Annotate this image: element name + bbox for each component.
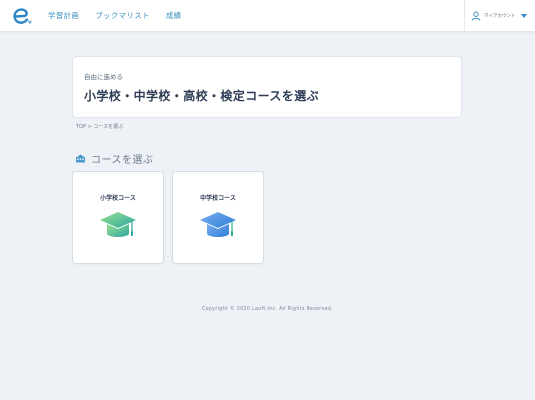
page-title: 小学校・中学校・高校・検定コースを選ぶ xyxy=(84,89,320,103)
e-logo-icon[interactable] xyxy=(11,6,33,26)
course-card-elementary[interactable]: 小学校コース xyxy=(72,171,164,264)
section-title: コースを選ぶ xyxy=(91,155,154,166)
course-label: 小学校コース xyxy=(100,195,136,202)
nav-study-plan[interactable]: 学習計画 xyxy=(48,10,79,21)
school-icon xyxy=(76,154,85,163)
graduation-cap-icon xyxy=(100,212,136,237)
hero-subtitle: 自由に進める xyxy=(84,73,123,81)
top-navigation-bar: 学習計画 ブックマリスト 成績 マイアカウント xyxy=(0,0,535,31)
footer-copyright: Copyright © 2020 Laoft Inc. All Rights R… xyxy=(201,307,334,312)
course-label: 中学校コース xyxy=(200,195,236,202)
account-menu[interactable]: マイアカウント xyxy=(464,0,535,31)
graduation-cap-icon xyxy=(200,212,236,237)
breadcrumb: TOP > コースを選ぶ xyxy=(76,124,124,130)
nav-book-list[interactable]: ブックマリスト xyxy=(95,10,150,21)
section-header: コースを選ぶ xyxy=(75,151,154,166)
hero-panel: 自由に進める 小学校・中学校・高校・検定コースを選ぶ xyxy=(72,56,462,118)
course-card-junior-high[interactable]: 中学校コース xyxy=(172,171,264,264)
caret-down-icon xyxy=(520,13,527,18)
main-nav: 学習計画 ブックマリスト 成績 xyxy=(48,10,181,21)
account-label: マイアカウント xyxy=(484,13,516,19)
nav-grades[interactable]: 成績 xyxy=(166,10,182,21)
user-icon xyxy=(471,11,481,21)
